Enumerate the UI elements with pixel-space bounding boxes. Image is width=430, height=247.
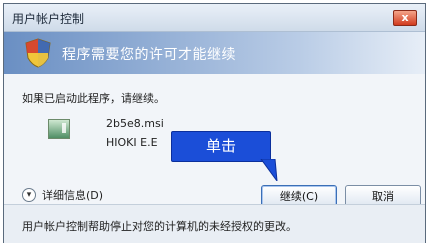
publisher-name: HIOKI E.E [106,136,158,149]
dialog-footer: 用户帐户控制帮助停止对您的计算机的未经授权的更改。 [4,204,425,243]
details-toggle[interactable]: ▾ 详细信息(D) [22,187,103,203]
click-callout: 单击 [171,131,271,162]
details-label: 详细信息(D) [42,189,104,202]
dialog-content: 如果已启动此程序，请继续。 2b5e8.msi HIOKI E.E 单击 ▾ 详… [4,74,425,207]
title-bar: 用户帐户控制 x [4,4,425,32]
intro-text: 如果已启动此程序，请继续。 [22,92,165,105]
file-name: 2b5e8.msi [106,117,164,130]
close-button[interactable]: x [393,10,417,26]
footer-text: 用户帐户控制帮助停止对您的计算机的未经授权的更改。 [22,220,297,233]
callout-pointer [260,159,278,181]
permission-banner: 程序需要您的许可才能继续 [4,32,425,74]
uac-shield-icon [25,38,51,68]
chevron-down-icon: ▾ [22,188,36,202]
uac-dialog: 用户帐户控制 x 程序需要您的许可才能继续 如果已启动此程序，请继续。 2b5e… [3,3,426,243]
msi-package-icon [48,119,70,139]
banner-title: 程序需要您的许可才能继续 [62,47,236,63]
window-title: 用户帐户控制 [12,12,85,26]
